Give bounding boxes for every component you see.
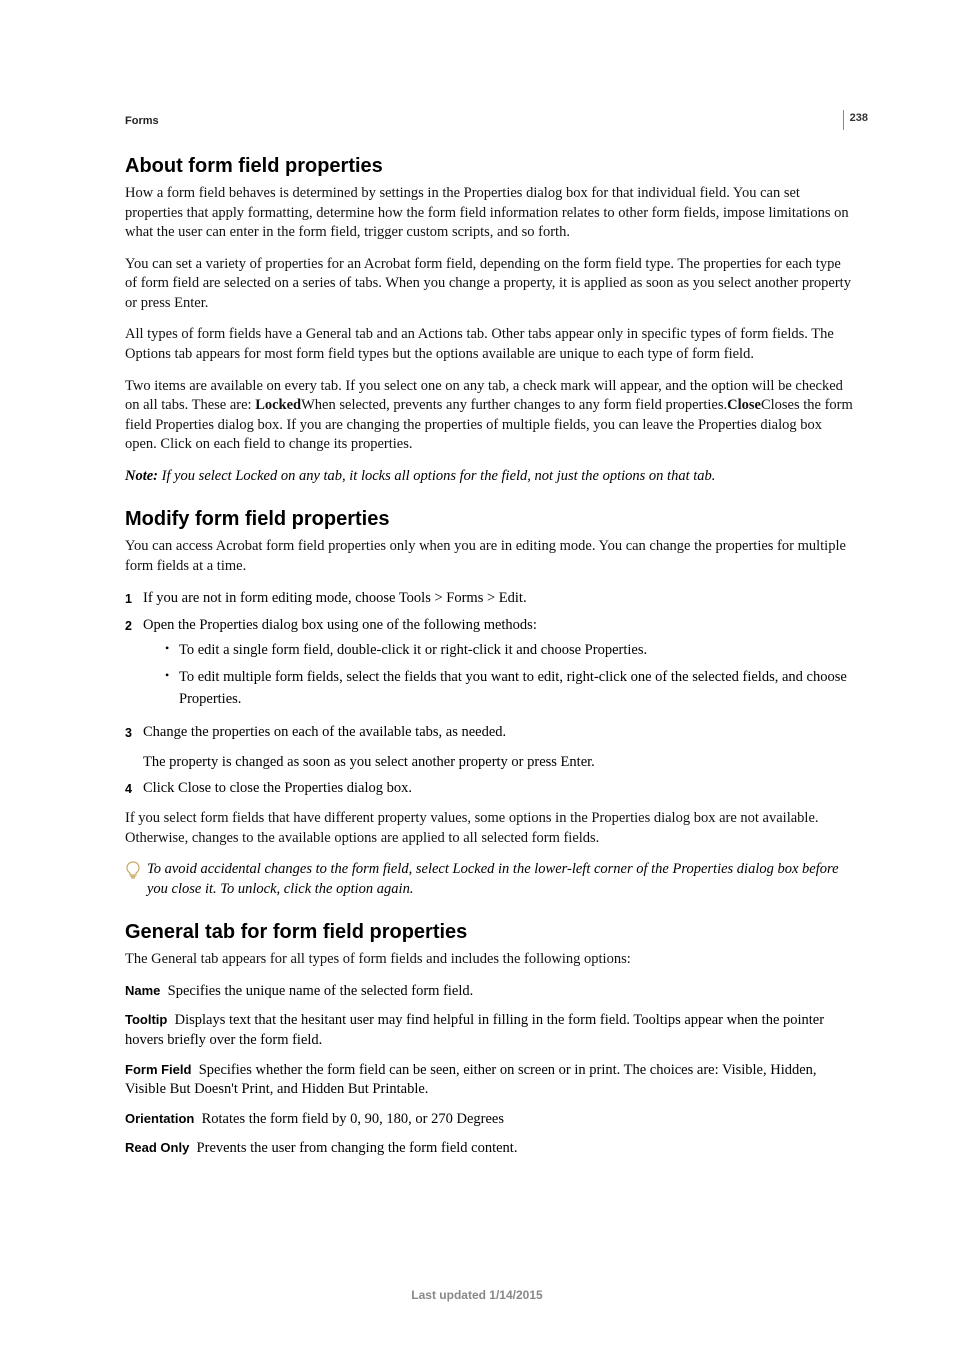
step-number: 3 xyxy=(125,722,143,743)
modify-steps-cont: 4 Click Close to close the Properties di… xyxy=(125,778,854,799)
about-p4-bold2: Close xyxy=(727,397,761,413)
step-1: 1 If you are not in form editing mode, c… xyxy=(125,588,854,609)
def-term: Orientation xyxy=(125,1111,194,1126)
def-name: Name Specifies the unique name of the se… xyxy=(125,982,854,1002)
about-p1: How a form field behaves is determined b… xyxy=(125,184,854,243)
step-3: 3 Change the properties on each of the a… xyxy=(125,722,854,743)
def-desc: Rotates the form field by 0, 90, 180, or… xyxy=(202,1111,504,1127)
def-term: Tooltip xyxy=(125,1012,167,1027)
about-p4-mid: When selected, prevents any further chan… xyxy=(301,397,727,413)
footer-last-updated: Last updated 1/14/2015 xyxy=(0,1288,954,1302)
heading-general: General tab for form field properties xyxy=(125,921,854,944)
step-2-sublist: To edit a single form field, double-clic… xyxy=(143,640,854,709)
note-text: If you select Locked on any tab, it lock… xyxy=(162,468,716,484)
step-2-sub-1: To edit a single form field, double-clic… xyxy=(165,640,854,661)
step-4: 4 Click Close to close the Properties di… xyxy=(125,778,854,799)
modify-after-p: If you select form fields that have diff… xyxy=(125,809,854,848)
def-desc: Displays text that the hesitant user may… xyxy=(125,1012,824,1048)
step-text: Open the Properties dialog box using one… xyxy=(143,615,854,715)
modify-intro: You can access Acrobat form field proper… xyxy=(125,537,854,576)
page-number: 238 xyxy=(843,110,868,130)
tip-text: To avoid accidental changes to the form … xyxy=(147,860,854,899)
step-number: 2 xyxy=(125,615,143,715)
step-text: Click Close to close the Properties dial… xyxy=(143,778,854,799)
note-label: Note: xyxy=(125,468,162,484)
modify-steps: 1 If you are not in form editing mode, c… xyxy=(125,588,854,742)
step-number: 1 xyxy=(125,588,143,609)
def-desc: Specifies the unique name of the selecte… xyxy=(168,983,474,999)
def-term: Read Only xyxy=(125,1140,189,1155)
def-readonly: Read Only Prevents the user from changin… xyxy=(125,1139,854,1159)
step-text: Change the properties on each of the ava… xyxy=(143,722,854,743)
def-desc: Prevents the user from changing the form… xyxy=(197,1140,518,1156)
step-2-sub-2: To edit multiple form fields, select the… xyxy=(165,667,854,709)
step-2: 2 Open the Properties dialog box using o… xyxy=(125,615,854,715)
def-formfield: Form Field Specifies whether the form fi… xyxy=(125,1061,854,1100)
step-text: If you are not in form editing mode, cho… xyxy=(143,588,854,609)
chapter-label: Forms xyxy=(125,115,854,127)
about-p2: You can set a variety of properties for … xyxy=(125,255,854,314)
step-3-after: The property is changed as soon as you s… xyxy=(125,753,854,773)
def-orientation: Orientation Rotates the form field by 0,… xyxy=(125,1110,854,1130)
about-note: Note: If you select Locked on any tab, i… xyxy=(125,467,854,487)
step-number: 4 xyxy=(125,778,143,799)
heading-about: About form field properties xyxy=(125,155,854,178)
about-p3: All types of form fields have a General … xyxy=(125,325,854,364)
def-term: Name xyxy=(125,983,160,998)
step-2-text: Open the Properties dialog box using one… xyxy=(143,617,537,633)
lightbulb-icon xyxy=(125,860,147,888)
def-desc: Specifies whether the form field can be … xyxy=(125,1062,817,1098)
modify-tip: To avoid accidental changes to the form … xyxy=(125,860,854,899)
about-p4: Two items are available on every tab. If… xyxy=(125,377,854,455)
def-tooltip: Tooltip Displays text that the hesitant … xyxy=(125,1011,854,1050)
about-p4-bold1: Locked xyxy=(255,397,301,413)
heading-modify: Modify form field properties xyxy=(125,508,854,531)
def-term: Form Field xyxy=(125,1062,191,1077)
general-intro: The General tab appears for all types of… xyxy=(125,950,854,970)
